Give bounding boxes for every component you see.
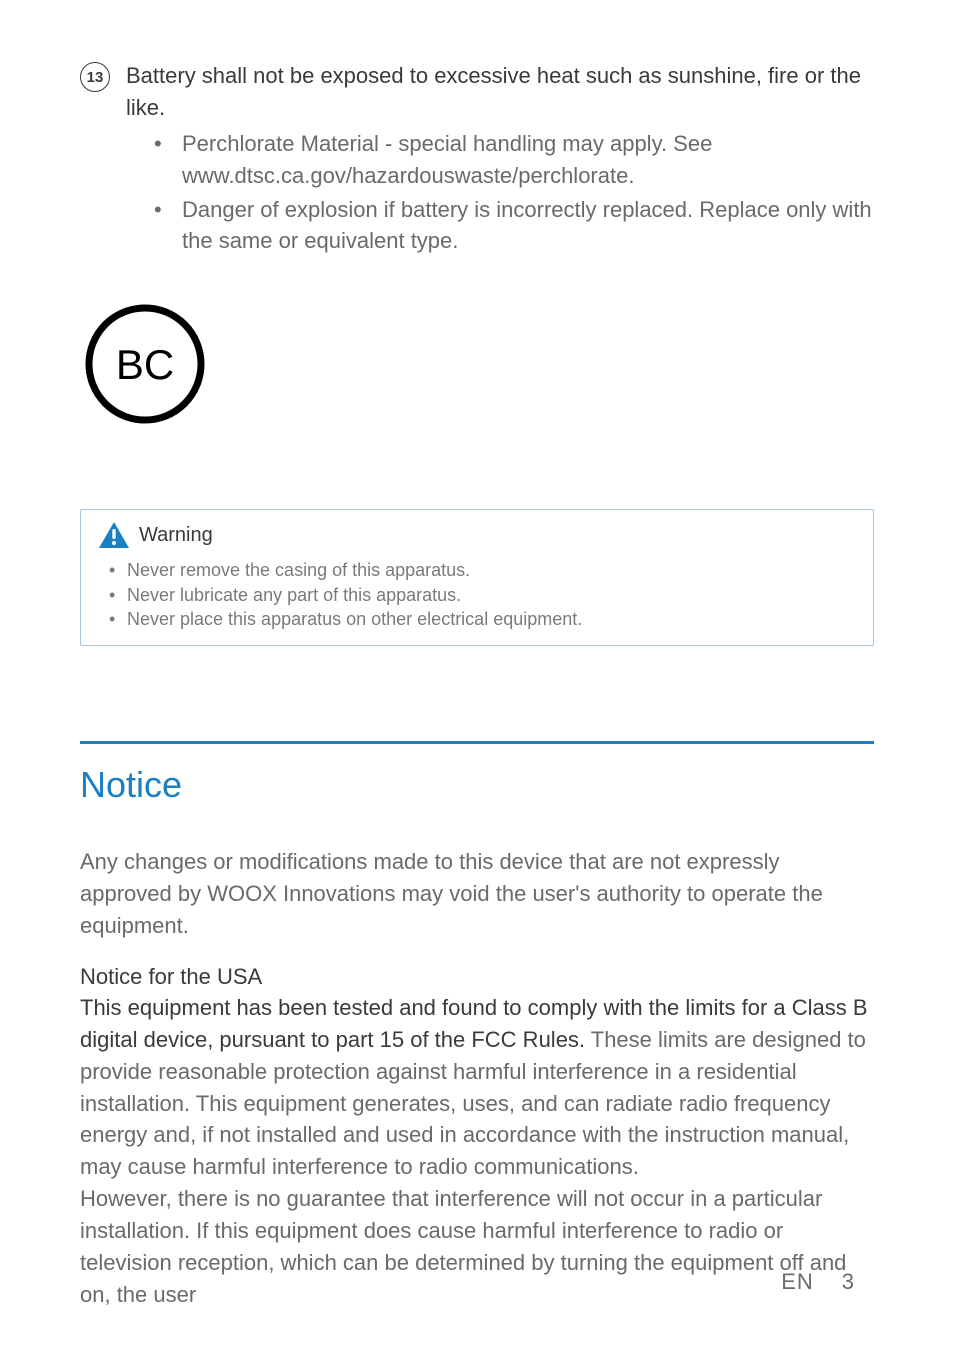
sub-bullet: Danger of explosion if battery is incorr…: [154, 194, 874, 258]
bc-label: BC: [116, 341, 174, 388]
warning-list: Never remove the casing of this apparatu…: [99, 558, 855, 631]
bc-mark-icon: BC: [80, 299, 874, 429]
warning-title: Warning: [139, 524, 213, 547]
notice-usa-title: Notice for the USA: [80, 964, 874, 990]
item-sub-bullets: Perchlorate Material - special handling …: [154, 128, 874, 258]
document-page: 13 Battery shall not be exposed to exces…: [0, 0, 954, 1350]
notice-usa-body: This equipment has been tested and found…: [80, 992, 874, 1183]
warning-item: Never lubricate any part of this apparat…: [99, 583, 855, 607]
notice-usa-para2: However, there is no guarantee that inte…: [80, 1183, 874, 1311]
notice-heading: Notice: [80, 764, 874, 806]
sub-bullet: Perchlorate Material - special handling …: [154, 128, 874, 192]
footer-page-number: 3: [842, 1269, 854, 1295]
item-title: Battery shall not be exposed to excessiv…: [126, 63, 861, 120]
item-number: 13: [87, 69, 104, 86]
section-divider: [80, 741, 874, 744]
item-number-circle: 13: [80, 62, 110, 92]
footer-language: EN: [781, 1269, 814, 1295]
warning-item: Never remove the casing of this apparatu…: [99, 558, 855, 582]
numbered-safety-item: 13 Battery shall not be exposed to exces…: [80, 60, 874, 259]
warning-box: Warning Never remove the casing of this …: [80, 509, 874, 646]
warning-triangle-icon: [99, 522, 129, 548]
page-footer: EN 3: [781, 1269, 854, 1295]
item-body: Battery shall not be exposed to excessiv…: [126, 60, 874, 259]
warning-header: Warning: [99, 522, 855, 548]
warning-item: Never place this apparatus on other elec…: [99, 607, 855, 631]
notice-intro: Any changes or modifications made to thi…: [80, 846, 874, 942]
